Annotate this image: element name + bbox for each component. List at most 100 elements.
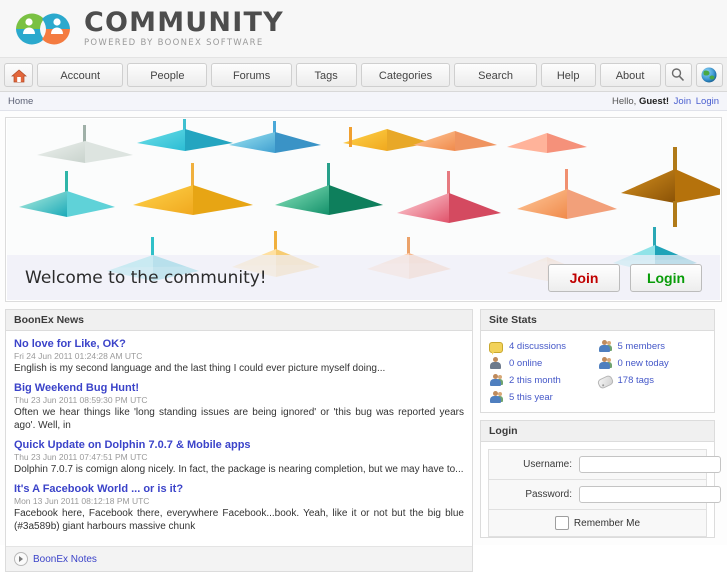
news-excerpt: Dolphin 7.0.7 is comign along nicely. In…	[14, 464, 464, 475]
login-link[interactable]: Login	[696, 96, 719, 107]
news-title-link[interactable]: No love for Like, OK?	[14, 338, 464, 350]
community-logo-icon	[12, 9, 74, 49]
nav-home-button[interactable]	[4, 62, 34, 87]
nav-label: Help	[556, 69, 580, 82]
banner-login-button[interactable]: Login	[630, 263, 702, 292]
stat-members[interactable]: 5 members	[598, 338, 707, 355]
member-online-icon	[489, 356, 503, 371]
stat-new-today[interactable]: 0 new today	[598, 355, 707, 372]
nav-item-account[interactable]: Account	[37, 62, 124, 87]
nav-label: Categories	[378, 69, 433, 82]
nav-search-button[interactable]	[664, 62, 692, 87]
stat-discussions[interactable]: 4 discussions	[489, 338, 598, 355]
news-item: No love for Like, OK? Fri 24 Jun 2011 01…	[14, 338, 464, 375]
news-list: No love for Like, OK? Fri 24 Jun 2011 01…	[6, 331, 472, 546]
remember-row: Remember Me	[489, 510, 706, 537]
nav-item-tags[interactable]: Tags	[295, 62, 357, 87]
nav-label: Search	[478, 69, 513, 82]
news-item: Big Weekend Bug Hunt! Thu 23 Jun 2011 08…	[14, 382, 464, 432]
nav-item-help[interactable]: Help	[540, 62, 596, 87]
promo-banner: Welcome to the community! Join Login	[5, 117, 722, 302]
news-item: It's A Facebook World ... or is it? Mon …	[14, 483, 464, 533]
news-block-title: BoonEx News	[6, 310, 472, 331]
right-column: Site Stats 4 discussions 0 online 2 this…	[480, 309, 721, 545]
breadcrumb-home[interactable]: Home	[8, 96, 33, 107]
stats-column-right: 5 members 0 new today 178 tags	[596, 338, 707, 406]
members-month-icon	[489, 373, 503, 388]
page-root: COMMUNITY POWERED BY BOONEX SOFTWARE Acc…	[0, 0, 727, 572]
stats-column-left: 4 discussions 0 online 2 this month 5 th…	[489, 338, 598, 406]
banner-join-button[interactable]: Join	[548, 263, 620, 292]
news-title-link[interactable]: It's A Facebook World ... or is it?	[14, 483, 464, 495]
content-area: BoonEx News No love for Like, OK? Fri 24…	[5, 309, 722, 579]
nav-item-categories[interactable]: Categories	[360, 62, 451, 87]
username-input[interactable]	[579, 456, 721, 473]
stats-body: 4 discussions 0 online 2 this month 5 th…	[481, 331, 714, 412]
boonex-notes-link[interactable]: BoonEx Notes	[33, 554, 97, 565]
news-date: Thu 23 Jun 2011 08:59:30 PM UTC	[14, 395, 148, 405]
password-row: Password:	[489, 480, 721, 510]
password-label: Password:	[525, 489, 572, 500]
join-link[interactable]: Join	[674, 96, 691, 107]
stats-block-title: Site Stats	[481, 310, 714, 331]
news-item: Quick Update on Dolphin 7.0.7 & Mobile a…	[14, 439, 464, 476]
user-greeting: Hello, Guest! Join Login	[612, 96, 719, 107]
left-column: BoonEx News No love for Like, OK? Fri 24…	[5, 309, 473, 579]
password-input[interactable]	[579, 486, 721, 503]
stat-label[interactable]: 4 discussions	[509, 341, 566, 352]
logo-title: COMMUNITY	[84, 7, 284, 39]
nav-label: People	[150, 69, 185, 82]
remember-me-label: Remember Me	[573, 517, 641, 529]
main-navigation: Account People Forums Tags Categories Se…	[0, 58, 727, 92]
news-footer: BoonEx Notes	[6, 546, 472, 571]
site-stats-block: Site Stats 4 discussions 0 online 2 this…	[480, 309, 715, 413]
login-block-title: Login	[481, 421, 714, 442]
news-excerpt: Facebook here, Facebook there, everywher…	[14, 508, 464, 532]
boonex-news-block: BoonEx News No love for Like, OK? Fri 24…	[5, 309, 473, 572]
username-row: Username:	[489, 450, 721, 480]
nav-item-about[interactable]: About	[599, 62, 661, 87]
stat-this-year[interactable]: 5 this year	[489, 389, 598, 406]
nav-label: About	[615, 69, 645, 82]
welcome-heading: Welcome to the community!	[25, 267, 267, 288]
nav-language-button[interactable]	[695, 62, 723, 87]
stat-tags[interactable]: 178 tags	[596, 372, 707, 390]
news-title-link[interactable]: Big Weekend Bug Hunt!	[14, 382, 464, 394]
remember-me-checkbox[interactable]	[554, 516, 569, 530]
stat-label[interactable]: 0 online	[509, 358, 542, 369]
discussions-icon	[489, 340, 503, 355]
stat-label[interactable]: 5 this year	[509, 392, 553, 403]
nav-item-search[interactable]: Search	[454, 62, 537, 87]
stat-label[interactable]: 0 new today	[618, 358, 669, 369]
home-icon	[10, 68, 27, 82]
news-date: Fri 24 Jun 2011 01:24:28 AM UTC	[14, 351, 143, 361]
welcome-strip: Welcome to the community! Join Login	[7, 255, 720, 300]
magnifier-icon	[670, 67, 686, 83]
login-block: Login Username: Password: Remember Me	[480, 420, 721, 538]
nav-label: Account	[60, 69, 101, 82]
nav-label: Tags	[314, 69, 338, 82]
breadcrumb[interactable]: Home	[8, 96, 33, 107]
tag-icon	[596, 373, 614, 390]
nav-item-forums[interactable]: Forums	[211, 62, 292, 87]
new-today-icon	[598, 356, 612, 371]
site-header: COMMUNITY POWERED BY BOONEX SOFTWARE	[0, 0, 727, 58]
news-excerpt: English is my second language and the la…	[14, 363, 386, 374]
nav-item-people[interactable]: People	[127, 62, 208, 87]
site-logo[interactable]: COMMUNITY POWERED BY BOONEX SOFTWARE	[12, 9, 284, 49]
guest-label: Guest!	[638, 95, 670, 107]
stat-online[interactable]: 0 online	[489, 355, 598, 372]
news-excerpt: Often we hear things like 'long standing…	[14, 407, 464, 431]
logo-subtitle: POWERED BY BOONEX SOFTWARE	[84, 38, 264, 49]
members-icon	[598, 339, 612, 354]
stat-label[interactable]: 2 this month	[509, 375, 561, 386]
stat-label[interactable]: 5 members	[618, 341, 666, 352]
stat-this-month[interactable]: 2 this month	[489, 372, 598, 389]
news-title-link[interactable]: Quick Update on Dolphin 7.0.7 & Mobile a…	[14, 439, 464, 451]
stat-label[interactable]: 178 tags	[618, 375, 654, 386]
username-label: Username:	[523, 459, 572, 470]
globe-icon	[701, 67, 717, 82]
breadcrumb-bar: Home Hello, Guest! Join Login	[0, 92, 727, 111]
news-date: Mon 13 Jun 2011 08:12:18 PM UTC	[14, 496, 150, 506]
play-circle-icon	[14, 552, 28, 566]
